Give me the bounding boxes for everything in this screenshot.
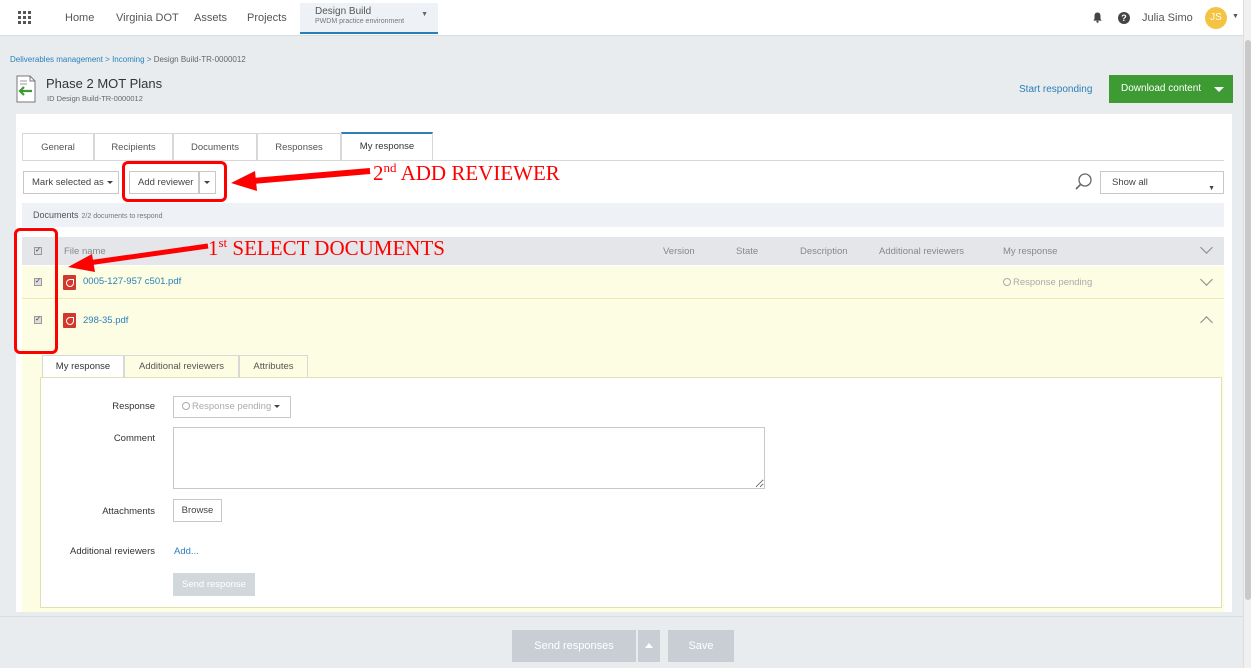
mark-selected-as-button[interactable]: Mark selected as: [23, 171, 119, 194]
avatar[interactable]: JS: [1205, 7, 1227, 29]
filter-value: Show all: [1112, 177, 1148, 188]
chevron-down-icon: ▼: [1208, 185, 1215, 192]
caret-up-icon: [645, 643, 653, 648]
page-id: ID Design Build-TR-0000012: [47, 94, 143, 103]
annotation-box-add-reviewer: [122, 161, 227, 202]
documents-label: Documents: [33, 210, 79, 220]
step2-suffix: nd: [383, 160, 397, 175]
step2-number: 2: [373, 161, 384, 185]
file-name-link[interactable]: 298-35.pdf: [83, 315, 128, 326]
breadcrumb-incoming[interactable]: Incoming: [112, 55, 144, 64]
add-reviewer-link[interactable]: Add...: [174, 546, 199, 557]
col-state[interactable]: State: [736, 246, 758, 257]
pdf-icon: [63, 275, 76, 290]
file-name-link[interactable]: 0005-127-957 c501.pdf: [83, 276, 181, 287]
help-icon[interactable]: ?: [1118, 12, 1130, 24]
page-title: Phase 2 MOT Plans: [46, 76, 163, 91]
clock-icon: [1003, 278, 1011, 286]
send-response-button[interactable]: Send response: [173, 573, 255, 596]
col-version[interactable]: Version: [663, 246, 695, 257]
incoming-document-icon: [16, 75, 36, 103]
detail-tab-additional-reviewers[interactable]: Additional reviewers: [124, 355, 239, 378]
detail-tab-attributes[interactable]: Attributes: [239, 355, 308, 378]
breadcrumb-current: Design Build-TR-0000012: [153, 55, 246, 64]
expand-all-icon[interactable]: [1200, 241, 1213, 254]
tab-responses[interactable]: Responses: [257, 133, 341, 160]
filter-select[interactable]: Show all ▼: [1100, 171, 1224, 194]
detail-tab-my-response[interactable]: My response: [42, 355, 124, 379]
comment-label: Comment: [113, 433, 155, 444]
breadcrumb-deliverables[interactable]: Deliverables management: [10, 55, 103, 64]
context-selector[interactable]: Design Build PWDM practice environment ▼: [300, 3, 438, 34]
start-responding-link[interactable]: Start responding: [1019, 84, 1092, 95]
col-description[interactable]: Description: [800, 246, 848, 257]
step1-number: 1: [208, 236, 219, 260]
scrollbar-thumb[interactable]: [1245, 40, 1251, 600]
annotation-box-checkboxes: [14, 228, 58, 354]
mark-selected-label: Mark selected as: [32, 177, 104, 188]
nav-virginia-dot[interactable]: Virginia DOT: [116, 12, 179, 24]
app-launcher-icon[interactable]: [18, 11, 31, 24]
breadcrumb-separator: >: [105, 55, 110, 64]
tab-general[interactable]: General: [22, 133, 94, 160]
caret-down-icon[interactable]: [1214, 87, 1224, 92]
download-content-button[interactable]: Download content: [1109, 75, 1233, 103]
step2-text: ADD REVIEWER: [396, 161, 560, 185]
search-icon[interactable]: [1074, 172, 1094, 192]
nav-home[interactable]: Home: [65, 12, 94, 24]
nav-assets[interactable]: Assets: [194, 12, 227, 24]
response-label: Response: [112, 401, 155, 412]
download-content-label: Download content: [1121, 83, 1202, 94]
caret-down-icon: [106, 180, 113, 184]
tab-documents[interactable]: Documents: [173, 133, 257, 160]
response-status: Response pending: [1003, 277, 1092, 288]
top-nav-bar: [0, 0, 1243, 36]
breadcrumb: Deliverables management > Incoming > Des…: [10, 55, 246, 64]
pdf-icon: [63, 313, 76, 328]
annotation-step-1: 1st SELECT DOCUMENTS: [208, 235, 445, 261]
additional-reviewers-label: Additional reviewers: [69, 546, 155, 557]
caret-down-icon: [274, 404, 281, 408]
user-menu-chevron-icon[interactable]: ▼: [1232, 13, 1239, 20]
annotation-step-2: 2nd ADD REVIEWER: [373, 160, 560, 186]
collapse-row-icon[interactable]: [1200, 316, 1213, 329]
tab-my-response[interactable]: My response: [341, 132, 433, 160]
response-dropdown-value: Response pending: [192, 401, 272, 412]
annotation-arrow-2: [231, 168, 371, 191]
documents-summary-bar: Documents 2/2 documents to respond: [22, 203, 1224, 227]
tab-recipients[interactable]: Recipients: [94, 133, 173, 160]
chevron-down-icon: ▼: [421, 11, 428, 18]
response-dropdown[interactable]: Response pending: [173, 396, 291, 418]
col-my-response[interactable]: My response: [1003, 246, 1057, 257]
bell-icon[interactable]: [1093, 12, 1102, 23]
send-responses-dropdown[interactable]: [638, 630, 660, 662]
save-button[interactable]: Save: [668, 630, 734, 662]
context-title: Design Build: [315, 6, 372, 17]
step1-suffix: st: [218, 235, 228, 250]
breadcrumb-separator: >: [146, 55, 152, 64]
send-responses-button[interactable]: Send responses: [512, 630, 636, 662]
browse-button[interactable]: Browse: [173, 499, 222, 522]
step1-text: SELECT DOCUMENTS: [227, 236, 445, 260]
nav-projects[interactable]: Projects: [247, 12, 287, 24]
response-status-text: Response pending: [1013, 277, 1093, 288]
page-scrollbar[interactable]: [1243, 0, 1251, 668]
comment-textarea[interactable]: [173, 427, 765, 489]
user-name[interactable]: Julia Simo: [1142, 12, 1193, 24]
clock-icon: [182, 402, 190, 410]
expand-row-icon[interactable]: [1200, 273, 1213, 286]
col-additional-reviewers[interactable]: Additional reviewers: [879, 246, 964, 257]
documents-count: 2/2 documents to respond: [81, 213, 163, 220]
attachments-label: Attachments: [102, 506, 155, 517]
context-subtitle: PWDM practice environment: [315, 18, 405, 25]
annotation-arrow-1: [68, 243, 209, 272]
